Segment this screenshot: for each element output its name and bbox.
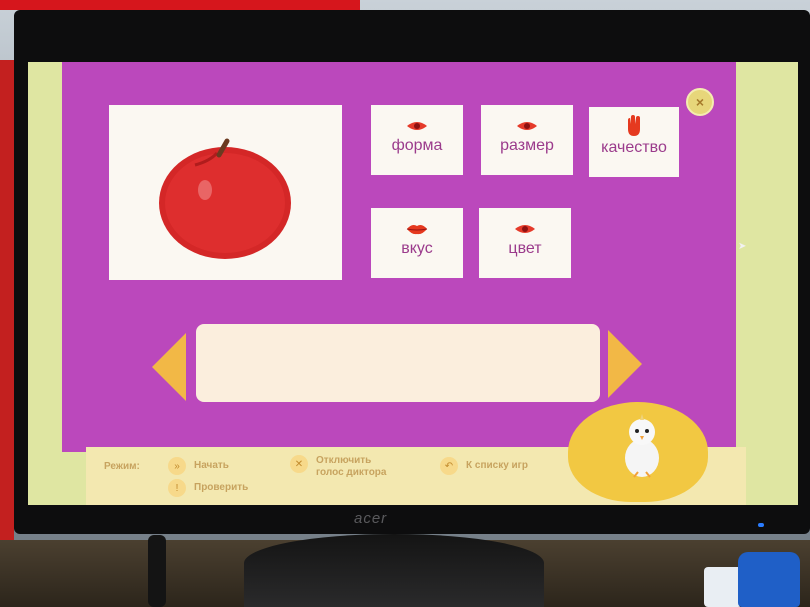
- next-arrow-button[interactable]: [608, 330, 642, 398]
- apple-image: [159, 138, 291, 259]
- mode-label: Режим:: [104, 461, 140, 472]
- close-button[interactable]: ×: [686, 88, 714, 116]
- game-area: × форма размер качество вкус цвет: [62, 62, 736, 452]
- property-label: форма: [391, 137, 443, 154]
- mute-icon: ✕: [290, 455, 308, 473]
- voice-off-line2: голос диктора: [316, 467, 387, 478]
- eye-icon: [516, 117, 538, 135]
- previous-arrow-button[interactable]: [152, 333, 186, 401]
- check-label: Проверить: [194, 482, 249, 493]
- property-card-vkus[interactable]: вкус: [371, 208, 463, 278]
- fast-forward-icon: »: [168, 457, 186, 475]
- property-card-kachestvo[interactable]: качество: [589, 107, 679, 177]
- property-card-forma[interactable]: форма: [371, 105, 463, 175]
- white-box: [704, 567, 742, 607]
- start-label: Начать: [194, 460, 229, 471]
- back-to-list-label: К списку игр: [466, 460, 528, 471]
- check-button[interactable]: ! Проверить: [168, 479, 248, 497]
- property-label: размер: [500, 137, 554, 154]
- exclamation-icon: !: [168, 479, 186, 497]
- property-label: цвет: [508, 240, 542, 257]
- picture-card: [109, 105, 342, 280]
- monitor-cable: [148, 535, 166, 607]
- property-label: качество: [601, 139, 667, 156]
- back-arrow-icon: ↶: [440, 457, 458, 475]
- monitor-bezel: × форма размер качество вкус цвет Режим:…: [14, 10, 810, 534]
- monitor-stand: [244, 534, 544, 607]
- start-button[interactable]: » Начать: [168, 457, 229, 475]
- property-card-tsvet[interactable]: цвет: [479, 208, 571, 278]
- mouse-cursor-icon: ➤: [738, 241, 747, 252]
- red-poster: [0, 0, 360, 10]
- close-icon: ×: [695, 94, 705, 110]
- voice-off-button[interactable]: ✕ Отключить голос диктора: [290, 455, 386, 479]
- voice-off-line1: Отключить: [316, 455, 372, 466]
- blue-cup: [738, 552, 800, 607]
- bird-mascot: [625, 414, 659, 478]
- voice-off-label: Отключить голос диктора: [316, 455, 386, 479]
- property-label: вкус: [401, 240, 433, 257]
- eye-icon: [406, 117, 428, 135]
- lips-icon: [406, 220, 428, 238]
- hand-icon: [625, 115, 643, 137]
- power-led: [758, 523, 764, 527]
- red-side-panel: [0, 60, 14, 600]
- eye-icon: [514, 220, 536, 238]
- screen: × форма размер качество вкус цвет Режим:…: [28, 62, 798, 505]
- property-card-razmer[interactable]: размер: [481, 105, 573, 175]
- monitor-brand-logo: acer: [354, 510, 388, 527]
- answer-field[interactable]: [196, 324, 600, 402]
- back-to-list-button[interactable]: ↶ К списку игр: [440, 457, 528, 475]
